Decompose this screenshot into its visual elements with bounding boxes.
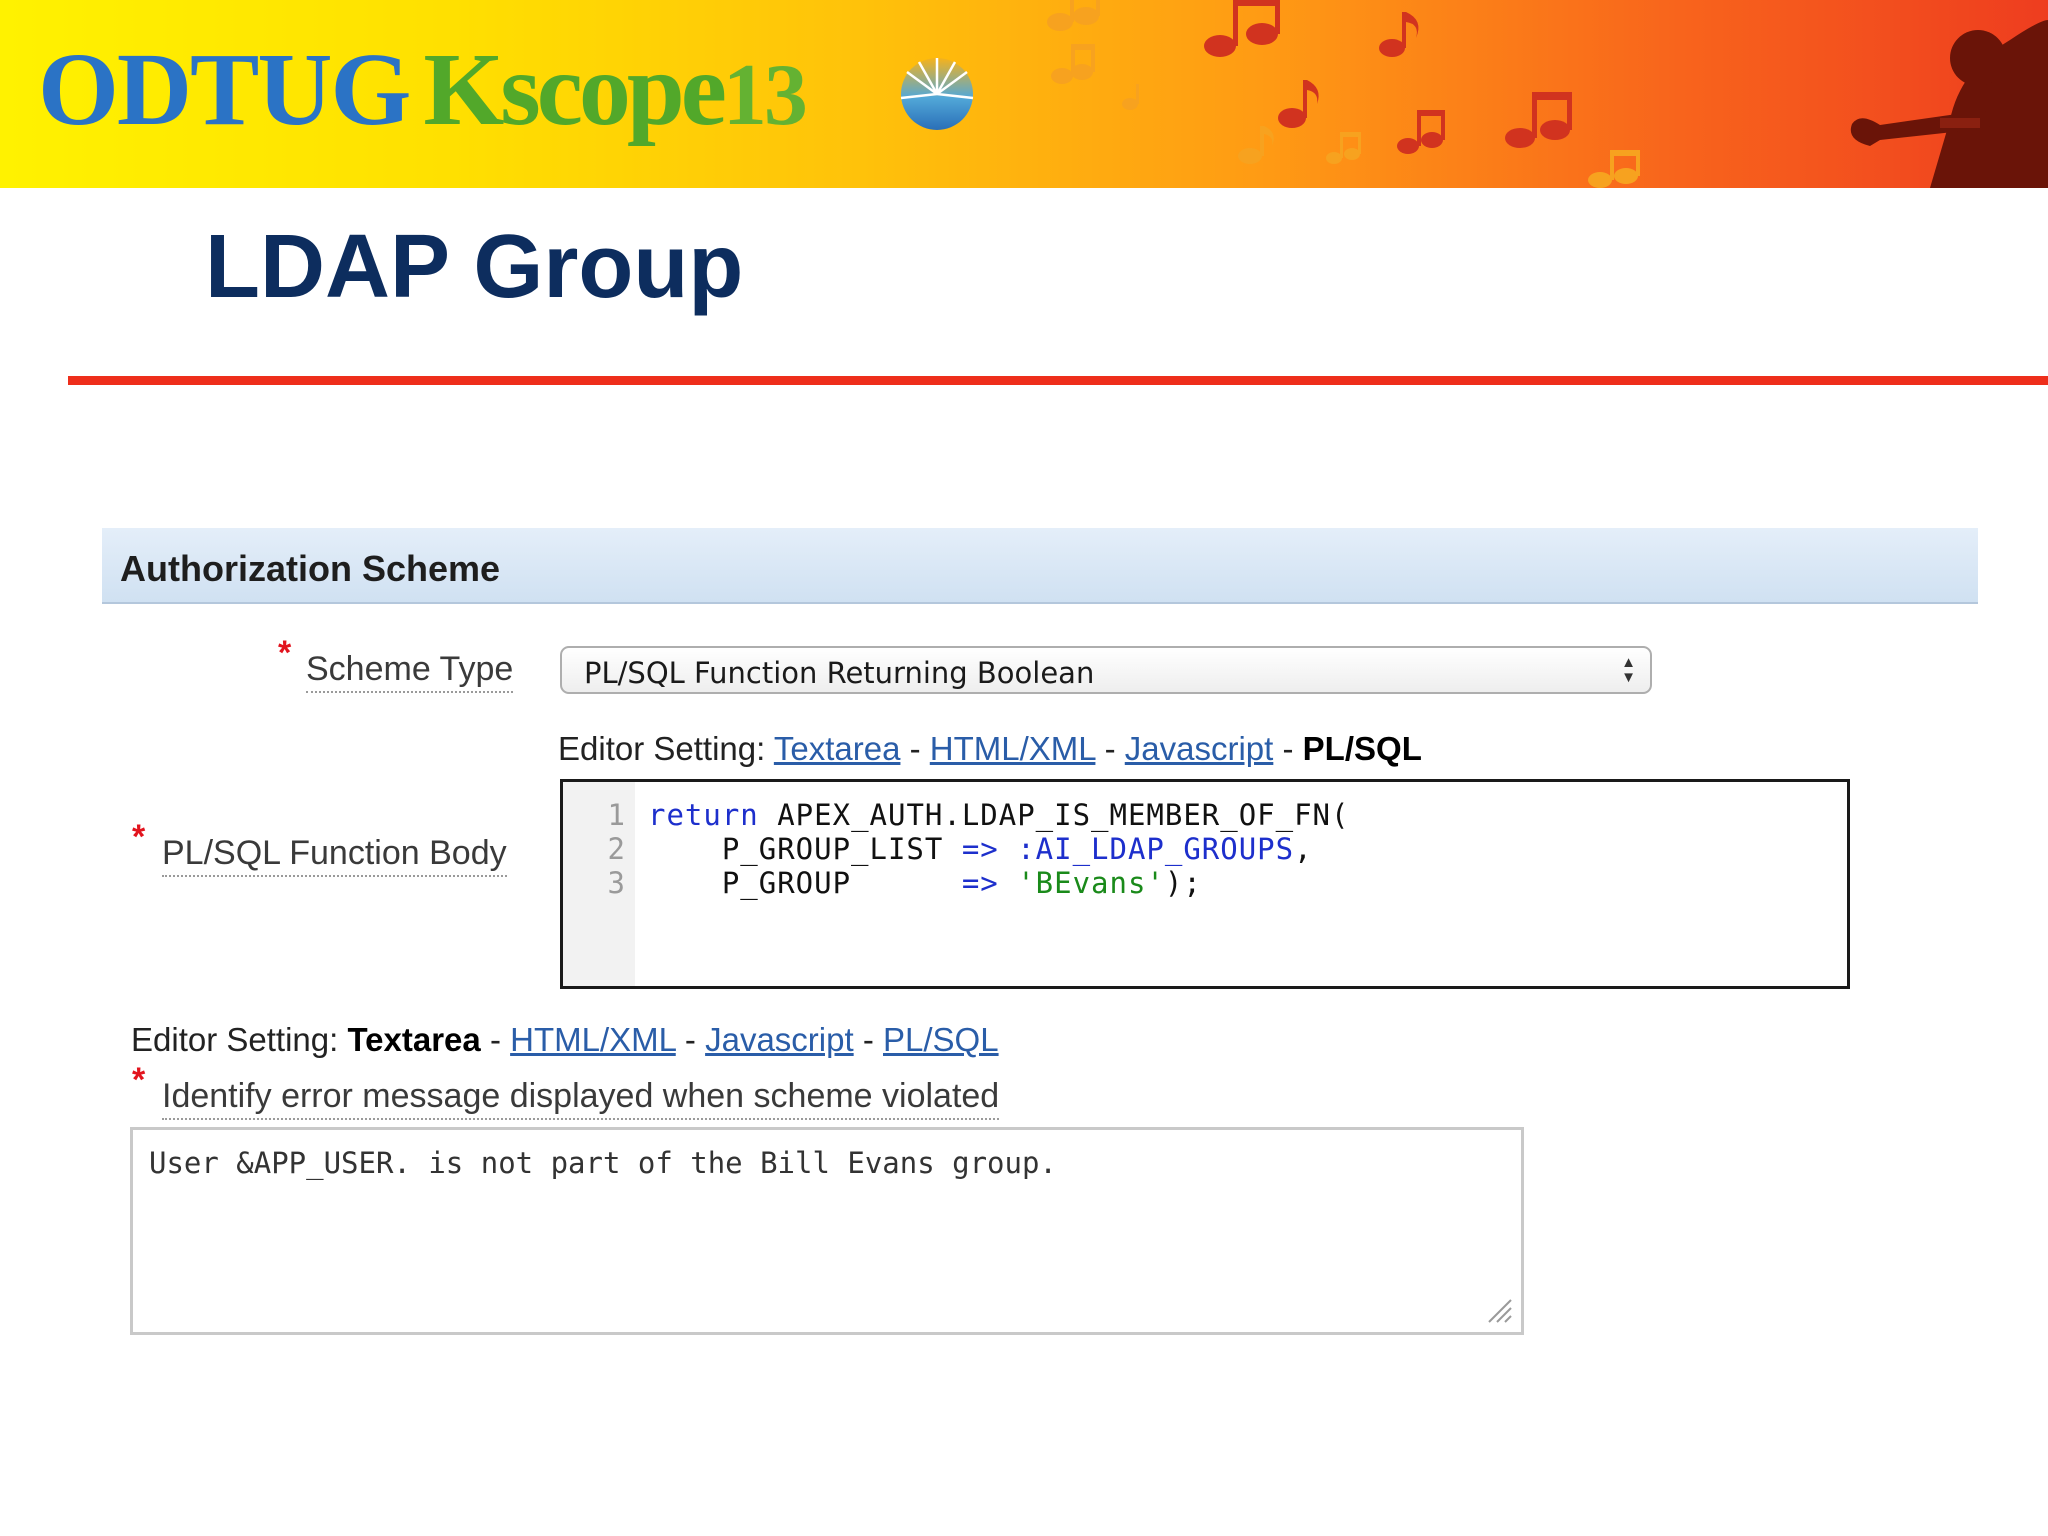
region-title: Authorization Scheme — [120, 548, 501, 589]
editor-setting-textarea-active: Textarea — [347, 1021, 481, 1058]
music-note-icon — [1588, 150, 1640, 188]
music-note-icon — [1047, 0, 1100, 31]
error-message-label[interactable]: Identify error message displayed when sc… — [162, 1077, 1000, 1120]
separator: - — [1282, 730, 1294, 767]
error-message-textarea[interactable]: User &APP_USER. is not part of the Bill … — [130, 1127, 1524, 1335]
music-note-icon — [1204, 0, 1280, 57]
conference-banner: ODTUG Kscope 13 — [0, 0, 2048, 188]
code-line-1: return APEX_AUTH.LDAP_IS_MEMBER_OF_FN( — [648, 798, 1349, 832]
line-number: 2 — [607, 832, 625, 866]
separator: - — [862, 1021, 874, 1058]
separator: - — [909, 730, 921, 767]
error-message-value: User &APP_USER. is not part of the Bill … — [149, 1146, 1057, 1180]
logo-kscope-text: Kscope — [423, 32, 727, 147]
trumpet-player-silhouette-icon — [1850, 20, 2048, 188]
line-number: 3 — [607, 866, 625, 900]
code-text: P_GROUP — [648, 866, 962, 900]
music-note-icon — [1278, 80, 1319, 128]
scheme-type-selected-value: PL/SQL Function Returning Boolean — [584, 656, 1095, 690]
required-asterisk: * — [132, 1061, 146, 1099]
string-literal: 'BEvans' — [1017, 866, 1165, 900]
odtug-kscope-logo: ODTUG Kscope 13 — [38, 30, 808, 150]
resize-handle-icon[interactable] — [1483, 1294, 1513, 1324]
separator: - — [1104, 730, 1116, 767]
slide-title: LDAP Group — [205, 217, 744, 317]
sunburst-logo-icon — [900, 58, 974, 130]
code-line-2: P_GROUP_LIST => :AI_LDAP_GROUPS, — [648, 832, 1313, 866]
error-editor-setting-bar: Editor Setting: Textarea - HTML/XML - Ja… — [131, 1021, 999, 1059]
music-note-icon — [1122, 84, 1139, 110]
code-line-3: P_GROUP => 'BEvans'); — [648, 866, 1202, 900]
scheme-type-label[interactable]: Scheme Type — [306, 650, 514, 693]
authorization-scheme-region-header: Authorization Scheme — [102, 528, 1978, 604]
plsql-code-editor[interactable]: 1 2 3 return APEX_AUTH.LDAP_IS_MEMBER_OF… — [560, 779, 1850, 989]
required-asterisk: * — [278, 634, 292, 672]
required-asterisk: * — [132, 818, 146, 856]
logo-year-text: 13 — [722, 47, 808, 144]
operator: => — [961, 832, 999, 866]
separator: - — [489, 1021, 501, 1058]
scheme-type-select[interactable]: PL/SQL Function Returning Boolean ▲ ▼ — [560, 646, 1652, 694]
code-text: , — [1294, 832, 1313, 866]
line-number-gutter: 1 2 3 — [563, 782, 635, 986]
editor-setting-prefix: Editor Setting: — [131, 1021, 339, 1058]
music-note-icon — [1326, 132, 1361, 164]
code-text: APEX_AUTH.LDAP_IS_MEMBER_OF_FN( — [758, 798, 1350, 832]
editor-setting-plsql-active: PL/SQL — [1302, 730, 1422, 767]
select-updown-arrows-icon: ▲ ▼ — [1621, 654, 1636, 686]
editor-setting-htmlxml-link[interactable]: HTML/XML — [930, 730, 1096, 767]
editor-setting-prefix: Editor Setting: — [558, 730, 766, 767]
keyword: return — [648, 798, 759, 832]
editor-setting-plsql-link[interactable]: PL/SQL — [883, 1021, 999, 1058]
operator: => — [961, 866, 999, 900]
separator: - — [684, 1021, 696, 1058]
music-note-icon — [1238, 126, 1274, 164]
plsql-function-body-label[interactable]: PL/SQL Function Body — [162, 834, 507, 877]
line-number: 1 — [607, 798, 625, 832]
music-note-icon — [1379, 12, 1419, 57]
music-note-icon — [1505, 92, 1572, 148]
editor-setting-htmlxml-link[interactable]: HTML/XML — [510, 1021, 676, 1058]
title-divider — [68, 376, 2048, 385]
editor-setting-javascript-link[interactable]: Javascript — [1125, 730, 1274, 767]
code-text: ); — [1164, 866, 1202, 900]
music-note-icon — [1397, 110, 1445, 154]
bind-variable: :AI_LDAP_GROUPS — [1017, 832, 1295, 866]
code-editor-setting-bar: Editor Setting: Textarea - HTML/XML - Ja… — [558, 730, 1422, 768]
music-note-icon — [1051, 44, 1095, 84]
logo-odtug-text: ODTUG — [38, 32, 411, 147]
code-text: P_GROUP_LIST — [648, 832, 962, 866]
editor-setting-javascript-link[interactable]: Javascript — [705, 1021, 854, 1058]
editor-setting-textarea-link[interactable]: Textarea — [774, 730, 901, 767]
